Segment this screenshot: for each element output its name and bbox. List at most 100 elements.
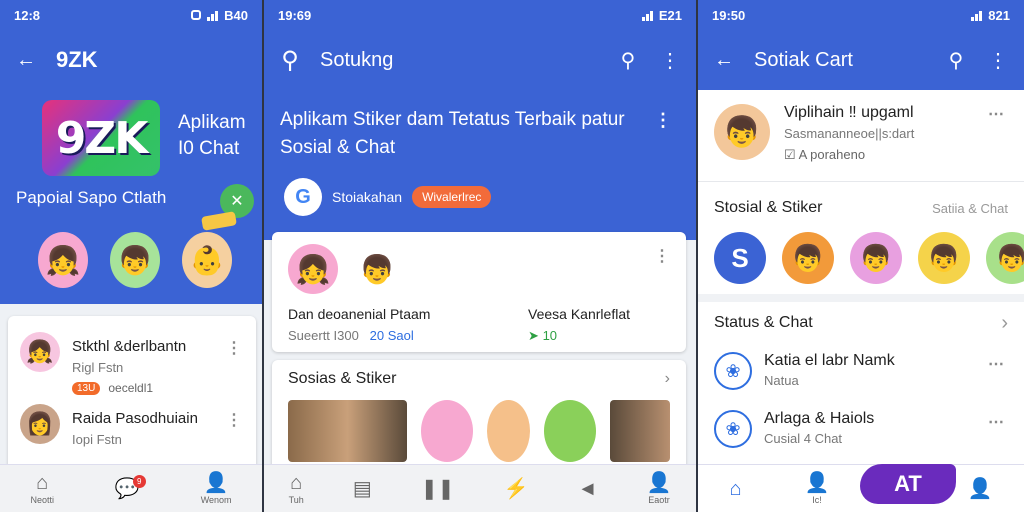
headline: Aplikam Stiker dam Tetatus Terbaik patur… <box>280 109 625 158</box>
leaf-icon: ❀ <box>714 410 752 448</box>
nav-chat[interactable]: 💬 9 <box>115 474 146 499</box>
photo-thumbnail[interactable] <box>288 400 408 462</box>
sticker-circle[interactable]: 👦 <box>850 232 902 284</box>
chevron-right-icon: › <box>664 370 670 387</box>
notification-badge: 9 <box>132 474 146 488</box>
chat-item[interactable]: ❀ Katia el labr Namk Natua ⋯ <box>698 344 1024 402</box>
nav-announce[interactable]: ◄ <box>578 479 598 499</box>
featured-col: Veesa Kanrleflat ➤ 10 <box>528 306 630 343</box>
header-area: 19:69 E21 ⚲ Sotukng ⚲ ⋮ Aplikam Stiker d… <box>264 0 696 240</box>
status-chip[interactable]: Wivalerlrec <box>412 186 492 208</box>
section-header[interactable]: Status & Chat › <box>698 302 1024 344</box>
featured-stickers: 👧 👦 <box>288 244 670 294</box>
more-options-icon[interactable]: ⋮ <box>658 48 682 72</box>
back-arrow-icon[interactable]: ← <box>712 48 736 72</box>
back-arrow-icon[interactable]: ← <box>14 48 38 72</box>
sticker-girl: 👧 <box>288 244 338 294</box>
battery-text: E21 <box>658 7 682 23</box>
circle-letter[interactable]: S <box>714 232 766 284</box>
status-bar: 12:8 B40 <box>0 0 262 30</box>
profile-header[interactable]: 👦 Viplihain ‼ upgaml Sasmananneoe||s:dar… <box>698 90 1024 182</box>
profile-icon: 👤 <box>646 471 672 494</box>
chat-row[interactable]: 👩 Raida Pasodhuiain Iopi Fstn ⋮ <box>8 398 256 470</box>
more-options-icon[interactable]: ⋮ <box>986 48 1010 72</box>
section-header[interactable]: Stosial & Stiker Satiia & Chat <box>698 190 1024 226</box>
pause-icon: ❚❚ <box>420 477 455 500</box>
sticker-kid[interactable]: 👶 <box>182 232 232 288</box>
page-title: Sotiak Cart <box>754 48 853 71</box>
page-title: 9ZK <box>56 47 98 72</box>
featured-card[interactable]: 👧 👦 ⋮ Dan deoanenial Ptaam Sueertt I300 … <box>272 232 686 352</box>
nav-pause[interactable]: ❚❚ <box>421 479 455 499</box>
featured-info: Dan deoanenial Ptaam Sueertt I300 20 Sao… <box>288 306 670 344</box>
profile-text: Viplihain ‼ upgaml Sasmananneoe||s:dart … <box>784 104 914 167</box>
header-area: 12:8 B40 ← 9ZK 9ZK Aplikam I0 Chat Papoi… <box>0 0 262 304</box>
nav-home[interactable]: ⌂ <box>730 479 742 499</box>
nav-friends[interactable]: 👤 Ic! <box>805 473 830 505</box>
hero-banner: Aplikam Stiker dam Tetatus Terbaik patur… <box>264 90 696 240</box>
screen-home: 12:8 B40 ← 9ZK 9ZK Aplikam I0 Chat Papoi… <box>0 0 262 512</box>
more-options-icon[interactable]: ⋮ <box>654 110 672 131</box>
more-options-icon[interactable]: ⋮ <box>654 246 670 266</box>
search-icon[interactable]: ⚲ <box>944 48 968 72</box>
status-time: 19:69 <box>278 7 312 23</box>
bolt-icon: ⚡ <box>503 477 529 500</box>
search-icon[interactable]: ⚲ <box>616 48 640 72</box>
sticker-circles: S 👦 👦 👦 👦 <box>698 226 1024 294</box>
avatar: 👦 <box>714 104 770 160</box>
search-title[interactable]: Sotukng <box>320 49 598 72</box>
more-options-icon[interactable]: ⋮ <box>226 410 242 430</box>
app-screenshots: 12:8 B40 ← 9ZK 9ZK Aplikam I0 Chat Papoi… <box>0 0 1024 512</box>
more-options-icon[interactable]: ⋮ <box>226 338 242 358</box>
sticker-circle[interactable]: 👦 <box>918 232 970 284</box>
sticker-boy[interactable]: 👦 <box>110 232 160 288</box>
battery-text: B40 <box>224 7 248 23</box>
nav-profile[interactable]: 👤 <box>968 479 993 499</box>
chat-text: Raida Pasodhuiain Iopi Fstn <box>72 404 198 464</box>
divider <box>698 294 1024 302</box>
sticker-girl[interactable]: 👧 <box>38 232 88 288</box>
tagline: Papoial Sapo Ctlath <box>16 188 167 207</box>
screen-social-chat: 19:50 821 ← Sotiak Cart ⚲ ⋮ 👦 Viplihain … <box>698 0 1024 512</box>
photo-thumbnail[interactable] <box>610 400 670 462</box>
chat-item[interactable]: ❀ Arlaga & Haiols Cusial 4 Chat ⋯ <box>698 402 1024 460</box>
sticker-boy: 👦 <box>352 244 402 294</box>
sticker-thumbnail[interactable] <box>544 400 597 462</box>
profile-icon: 👤 <box>967 477 993 500</box>
more-options-icon[interactable]: ⋯ <box>988 354 1004 374</box>
featured-col: Dan deoanenial Ptaam Sueertt I300 20 Sao… <box>288 306 431 343</box>
sticker-thumbnail[interactable] <box>487 400 531 462</box>
status-bar: 19:50 821 <box>698 0 1024 30</box>
document-icon: ▤ <box>352 477 372 500</box>
chat-name: Katia el labr Namk <box>764 352 895 369</box>
app-bar: ← Sotiak Cart ⚲ ⋮ <box>698 30 1024 90</box>
chat-sub: Natua <box>764 373 799 388</box>
section-header[interactable]: Sosias & Stiker › <box>288 370 670 388</box>
chat-row[interactable]: 👧 Stkthl &derlbantn Rigl Fstn 13U oeceld… <box>8 326 256 398</box>
status-icons: E21 <box>641 7 682 23</box>
sticker-circle[interactable]: 👦 <box>782 232 834 284</box>
nav-bolt[interactable]: ⚡ <box>504 479 529 499</box>
chat-text: Stkthl &derlbantn Rigl Fstn 13U oeceldl1 <box>72 332 187 395</box>
chat-name: Stkthl &derlbantn <box>72 338 187 355</box>
sticker-thumbnail[interactable] <box>421 400 474 462</box>
floating-sticker[interactable]: AT <box>860 464 956 504</box>
more-options-icon[interactable]: ⋯ <box>988 412 1004 432</box>
search-icon[interactable]: ⚲ <box>278 47 302 74</box>
nav-profile[interactable]: 👤 Wenom <box>201 473 232 505</box>
status-time: 19:50 <box>712 7 746 23</box>
nav-documents[interactable]: ▤ <box>353 479 372 499</box>
screen-search: 19:69 E21 ⚲ Sotukng ⚲ ⋮ Aplikam Stiker d… <box>264 0 696 512</box>
status-time: 12:8 <box>14 7 41 23</box>
app-bar: ← 9ZK <box>0 30 262 90</box>
chat-sub: Cusial 4 Chat <box>764 431 843 446</box>
nav-home[interactable]: ⌂ Neotti <box>30 473 54 505</box>
sticker-tag <box>201 211 237 231</box>
signal-icon <box>641 10 653 21</box>
more-options-icon[interactable]: ⋯ <box>988 104 1004 124</box>
sticker-circle[interactable]: 👦 <box>986 232 1024 284</box>
nav-home[interactable]: ⌂ Tuh <box>289 473 304 505</box>
megaphone-icon: ◄ <box>577 477 598 500</box>
home-icon: ⌂ <box>729 477 742 500</box>
nav-profile[interactable]: 👤 Eaotr <box>647 473 672 505</box>
